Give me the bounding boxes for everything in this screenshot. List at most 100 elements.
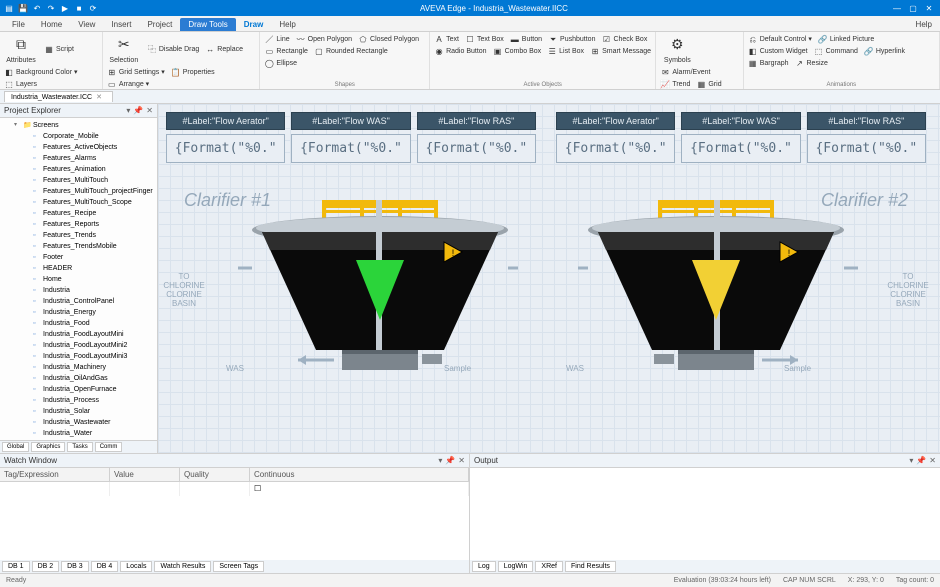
watch-grid[interactable]: Tag/Expression Value Quality Continuous … [0,468,469,560]
tree-item[interactable]: ▫Industria_OilAndGas [24,373,155,384]
ribbon-alarm-event[interactable]: ✉Alarm/Event [660,67,710,77]
ribbon-arrange-[interactable]: ▭Arrange ▾ [107,79,149,89]
ribbon-list-box[interactable]: ☰List Box [547,46,584,56]
clarifier-graphic[interactable]: ! [578,200,858,385]
watch-tab[interactable]: Screen Tags [213,561,264,572]
tree-item[interactable]: ▫Features_Animation [24,164,155,175]
doc-tab[interactable]: Industria_Wastewater.ICC ✕ [4,91,113,102]
tab-project[interactable]: Project [139,18,180,31]
tag-label-box[interactable]: #Label:"Flow Aerator" [556,112,675,130]
ribbon-grid[interactable]: ▦Grid [696,79,721,89]
qat-stop-icon[interactable]: ■ [74,3,84,13]
tree-item[interactable]: ▫Industria_FoodLayoutMini2 [24,340,155,351]
tree-item[interactable]: ▫Industria [24,285,155,296]
ribbon-hyperlink[interactable]: 🔗Hyperlink [864,46,905,56]
tag-label-box[interactable]: #Label:"Flow WAS" [291,112,410,130]
ribbon-custom-widget[interactable]: ◧Custom Widget [748,46,808,56]
watch-cell[interactable] [0,482,110,496]
ribbon-text-box[interactable]: ☐Text Box [465,34,504,44]
qat-run-icon[interactable]: ▶ [60,3,70,13]
tree-item[interactable]: ▫Industria_Process [24,395,155,406]
explorer-tab[interactable]: Comm [95,442,123,452]
ribbon-ellipse[interactable]: ◯Ellipse [264,58,297,68]
watch-dropdown-icon[interactable]: ▾ [438,456,442,465]
clarifier-graphic[interactable]: ! [238,200,518,385]
tag-label-box[interactable]: #Label:"Flow RAS" [807,112,926,130]
explorer-pin-icon[interactable]: 📌 [133,106,143,115]
output-pin-icon[interactable]: 📌 [916,456,926,465]
tab-view[interactable]: View [70,18,103,31]
ribbon-help-button[interactable]: Help [908,18,940,31]
ribbon-open-polygon[interactable]: 〰Open Polygon [296,34,352,44]
tab-draw-tools[interactable]: Draw Tools [180,18,235,31]
tab-draw[interactable]: Draw [236,18,272,31]
tree-item[interactable]: ▫Industria_FoodLayoutMini3 [24,351,155,362]
tag-label-box[interactable]: #Label:"Flow Aerator" [166,112,285,130]
ribbon-selection[interactable]: ✂Selection [107,34,141,65]
ribbon-bargraph[interactable]: ▦Bargraph [748,58,789,68]
qat-redo-icon[interactable]: ↷ [46,3,56,13]
tree-item[interactable]: ▫Industria_Machinery [24,362,155,373]
ribbon-combo-box[interactable]: ▣Combo Box [493,46,542,56]
watch-cell[interactable] [110,482,180,496]
tag-label-box[interactable]: #Label:"Flow RAS" [417,112,536,130]
value-display-box[interactable]: {Format("%0." [556,134,675,163]
value-display-box[interactable]: {Format("%0." [417,134,536,163]
window-maximize-icon[interactable]: ▢ [906,4,920,13]
tree-item[interactable]: ▫Industria_Food [24,318,155,329]
ribbon-linked-picture[interactable]: 🔗Linked Picture [818,34,874,44]
output-tab[interactable]: Log [472,561,496,572]
tree-item[interactable]: ▫Features_Recipe [24,208,155,219]
clarifier-block[interactable]: #Label:"Flow Aerator" #Label:"Flow WAS" #L… [556,112,926,163]
explorer-tab[interactable]: Global [2,442,29,452]
tree-item[interactable]: ▫Corporate_Mobile [24,131,155,142]
tree-item[interactable]: ▫Features_MultiTouch_Scope [24,197,155,208]
qat-file-icon[interactable]: ▤ [4,3,14,13]
tab-help[interactable]: Help [271,18,303,31]
ribbon-default-control-[interactable]: ⎌Default Control ▾ [748,34,812,44]
ribbon-replace[interactable]: ↔Replace [205,34,243,65]
explorer-tree[interactable]: ▾📁 Screens ▫Corporate_Mobile▫Features_Ac… [0,118,157,440]
watch-tab[interactable]: Locals [120,561,152,572]
tag-label-box[interactable]: #Label:"Flow WAS" [681,112,800,130]
tab-file[interactable]: File [4,18,33,31]
qat-refresh-icon[interactable]: ⟳ [88,3,98,13]
ribbon-radio-button[interactable]: ◉Radio Button [434,46,486,56]
ribbon-background-color-[interactable]: ◧Background Color ▾ [4,67,78,77]
explorer-dropdown-icon[interactable]: ▾ [126,106,130,115]
window-close-icon[interactable]: ✕ [922,4,936,13]
tree-item[interactable]: ▫Features_Alarms [24,153,155,164]
tree-item[interactable]: ▫Features_TrendsMobile [24,241,155,252]
watch-tab[interactable]: DB 1 [2,561,30,572]
ribbon-trend[interactable]: 📈Trend [660,79,690,89]
output-body[interactable] [470,468,940,560]
tree-item[interactable]: ▫Industria_ControlPanel [24,296,155,307]
ribbon-properties[interactable]: 📋Properties [171,67,215,77]
tree-item[interactable]: ▫Industria_Water [24,428,155,439]
output-tab[interactable]: XRef [535,561,563,572]
tree-item[interactable]: ▫Features_Trends [24,230,155,241]
ribbon-rectangle[interactable]: ▭Rectangle [264,46,308,56]
watch-col-continuous[interactable]: Continuous [250,468,469,481]
ribbon-disable-drag[interactable]: ⿻Disable Drag [147,34,199,65]
ribbon-resize[interactable]: ↗Resize [795,58,828,68]
output-tab[interactable]: LogWin [498,561,534,572]
design-canvas[interactable]: #Label:"Flow Aerator" #Label:"Flow WAS" #L… [158,104,940,453]
tree-item[interactable]: ▫Industria_Wastewater [24,417,155,428]
watch-tab[interactable]: DB 4 [91,561,119,572]
ribbon-check-box[interactable]: ☑Check Box [601,34,647,44]
qat-save-icon[interactable]: 💾 [18,3,28,13]
value-display-box[interactable]: {Format("%0." [291,134,410,163]
watch-tab[interactable]: DB 3 [61,561,89,572]
value-display-box[interactable]: {Format("%0." [166,134,285,163]
ribbon-smart-message[interactable]: ⊞Smart Message [590,46,651,56]
ribbon-symbols[interactable]: ⚙Symbols [660,34,694,65]
watch-pin-icon[interactable]: 📌 [445,456,455,465]
ribbon-grid-settings-[interactable]: ⊞Grid Settings ▾ [107,67,165,77]
tab-home[interactable]: Home [33,18,70,31]
watch-col-value[interactable]: Value [110,468,180,481]
ribbon-layers[interactable]: ⬚Layers [4,79,37,89]
ribbon-command[interactable]: ⬚Command [814,46,858,56]
output-dropdown-icon[interactable]: ▾ [909,456,913,465]
value-display-box[interactable]: {Format("%0." [807,134,926,163]
